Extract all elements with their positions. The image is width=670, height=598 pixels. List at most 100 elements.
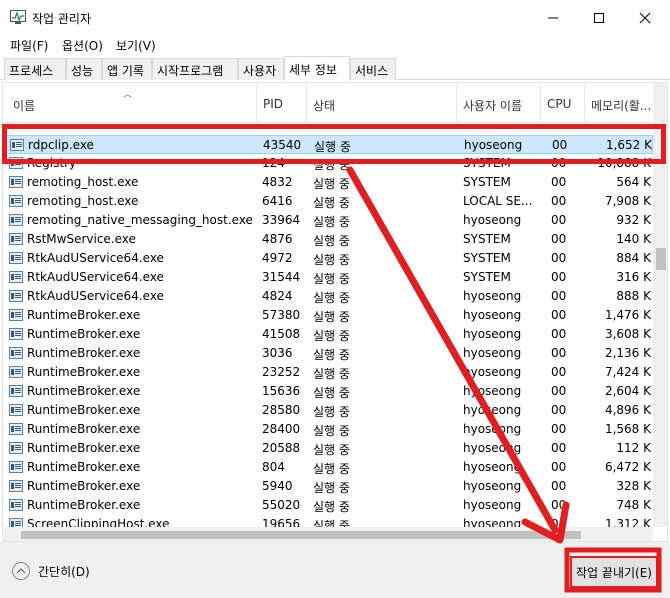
process-icon [9,157,23,169]
process-status: 실행 중 [313,215,350,229]
process-icon [9,423,23,435]
column-pid[interactable]: PID [257,83,307,123]
process-icon [9,442,23,454]
process-memory: 888 K [616,289,651,303]
table-row[interactable]: RuntimeBroker.exe 28580 실행 중 hyoseong 00 4,89… [3,401,653,420]
table-row[interactable]: RuntimeBroker.exe 20588 실행 중 hyoseong 00 112 … [3,439,653,458]
menu-options[interactable]: 옵션(O) [62,37,103,54]
menu-view[interactable]: 보기(V) [116,37,156,54]
process-icon [9,366,23,378]
process-user: hyoseong [463,308,522,322]
table-row[interactable]: RuntimeBroker.exe 28400 실행 중 hyoseong 00 1,56… [3,420,653,439]
minimize-button[interactable] [530,0,576,36]
tab-details[interactable]: 세부 정보 [284,56,350,81]
horizontal-scroll-thumb[interactable] [21,531,581,539]
process-icon [10,139,24,151]
process-name: RtkAudUService64.exe [27,270,164,284]
tab-app-history[interactable]: 앱 기록 [102,58,152,80]
process-pid: 55020 [262,498,301,512]
process-cpu: 00 [551,498,567,512]
horizontal-scrollbar[interactable] [3,527,653,541]
process-status: 실행 중 [313,253,350,267]
close-button[interactable] [622,0,668,36]
process-user: hyoseong [463,213,522,227]
process-cpu: 00 [551,403,567,417]
column-name[interactable]: 이름 [3,83,257,123]
table-row[interactable]: rdpclip.exe 43540 실행 중 hyoseong 00 1,652 K [3,135,653,154]
table-row[interactable]: RuntimeBroker.exe 41508 실행 중 hyoseong 00 3,60… [3,325,653,344]
table-row[interactable]: RuntimeBroker.exe 3036 실행 중 hyoseong 00 2,136… [3,344,653,363]
process-user: hyoseong [463,498,522,512]
table-row[interactable]: RuntimeBroker.exe 57380 실행 중 hyoseong 00 1,47… [3,306,653,325]
column-memory[interactable]: 메모리(활... [585,83,653,123]
process-status: 실행 중 [313,424,350,438]
process-memory: 2,604 K [604,384,651,398]
process-pid: 33964 [262,213,301,227]
process-memory: 7,908 K [604,194,651,208]
process-memory: 6,472 K [604,460,651,474]
column-status[interactable]: 상태 [307,83,457,123]
process-status: 실행 중 [313,234,350,248]
process-user: hyoseong [463,441,522,455]
tab-users[interactable]: 사용자 [238,58,284,80]
process-pid: 31544 [262,270,301,284]
table-row[interactable]: RuntimeBroker.exe 5940 실행 중 hyoseong 00 328 K [3,477,653,496]
vertical-scroll-thumb[interactable] [656,248,666,270]
column-cpu[interactable]: CPU [541,83,585,123]
process-user: hyoseong [463,460,522,474]
process-user: LOCAL SE... [463,194,533,208]
process-status: 실행 중 [313,272,350,286]
table-row[interactable]: RuntimeBroker.exe 23252 실행 중 hyoseong 00 7,42… [3,363,653,382]
process-cpu: 00 [551,194,567,208]
table-row[interactable]: remoting_host.exe 4832 실행 중 SYSTEM 00 564 K [3,173,653,192]
table-row[interactable]: RuntimeBroker.exe 15636 실행 중 hyoseong 00 2,60… [3,382,653,401]
tab-performance[interactable]: 성능 [66,58,102,80]
table-row[interactable]: Registry 124 실행 중 SYSTEM 00 10,888 K [3,154,653,173]
process-pid: 4824 [262,289,293,303]
process-name: RstMwService.exe [27,232,136,246]
menu-file[interactable]: 파일(F) [10,37,48,54]
process-icon [9,195,23,207]
window-title: 작업 관리자 [32,12,92,26]
process-name: remoting_host.exe [27,175,139,189]
process-memory: 1,476 K [604,308,651,322]
process-memory: 884 K [616,251,651,265]
table-row[interactable]: RtkAudUService64.exe 4972 실행 중 SYSTEM 00 884 … [3,249,653,268]
process-memory: 140 K [616,232,651,246]
tab-services[interactable]: 서비스 [350,58,396,80]
maximize-button[interactable] [576,0,622,36]
process-user: hyoseong [463,479,522,493]
process-name: RuntimeBroker.exe [27,403,141,417]
process-user: hyoseong [463,346,522,360]
process-name: RuntimeBroker.exe [27,460,141,474]
process-name: RuntimeBroker.exe [27,327,141,341]
process-user: hyoseong [463,422,522,436]
process-user: SYSTEM [463,270,511,284]
minimize-icon [548,17,558,19]
table-row[interactable]: RuntimeBroker.exe 804 실행 중 hyoseong 00 6,472 … [3,458,653,477]
table-row[interactable]: remoting_host.exe 6416 실행 중 LOCAL SE... 00 7,… [3,192,653,211]
process-pid: 28580 [262,403,301,417]
process-cpu: 00 [551,365,567,379]
process-cpu: 00 [551,422,567,436]
process-memory: 1,652 K [605,138,652,152]
process-cpu: 00 [551,213,567,227]
fewer-details-button[interactable]: 간단히(D) [12,562,90,580]
table-row[interactable]: RtkAudUService64.exe 31544 실행 중 SYSTEM 00 316… [3,268,653,287]
table-row[interactable]: RtkAudUService64.exe 4824 실행 중 hyoseong 00 88… [3,287,653,306]
table-row[interactable]: RuntimeBroker.exe 55020 실행 중 hyoseong 00 748 … [3,496,653,515]
table-row[interactable]: remoting_native_messaging_host.exe 33964 실… [3,211,653,230]
tab-startup[interactable]: 시작프로그램 [152,58,238,80]
process-pid: 3036 [262,346,293,360]
process-user: hyoseong [463,327,522,341]
process-icon [9,328,23,340]
table-row[interactable]: RstMwService.exe 4876 실행 중 SYSTEM 00 140 K [3,230,653,249]
tab-processes[interactable]: 프로세스 [4,58,66,80]
end-task-button[interactable]: 작업 끝내기(E) [570,556,658,588]
process-name: RtkAudUService64.exe [27,251,164,265]
process-user: hyoseong [463,365,522,379]
process-name: RuntimeBroker.exe [27,479,141,493]
column-user[interactable]: 사용자 이름 [457,83,541,123]
process-user: hyoseong [463,403,522,417]
vertical-scrollbar[interactable] [653,83,667,527]
